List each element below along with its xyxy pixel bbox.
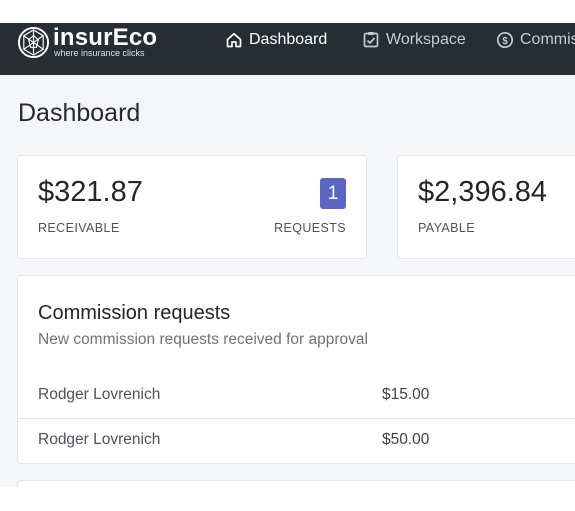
requester-name: Rodger Lovrenich [38, 386, 161, 403]
payable-value: $2,396.84 [418, 176, 548, 208]
nav-label: Commis [520, 31, 575, 48]
nav-item-workspace[interactable]: Workspace [362, 30, 466, 50]
page-title: Dashboard [18, 99, 141, 127]
table-row[interactable]: Rodger Lovrenich $50.00 [18, 418, 575, 463]
dollar-circle-icon: $ [496, 31, 514, 49]
home-icon [226, 32, 242, 48]
main-content: Dashboard $321.87 RECEIVABLE 1 REQUESTS … [0, 75, 575, 487]
bottom-strip [0, 487, 575, 511]
request-amount: $15.00 [382, 386, 430, 403]
receivable-card: $321.87 RECEIVABLE 1 REQUESTS [17, 155, 367, 259]
clipboard-check-icon [363, 32, 379, 48]
requests-label: REQUESTS [274, 221, 346, 235]
nav-item-commissions[interactable]: $ Commis [496, 30, 575, 50]
nav-item-dashboard[interactable]: Dashboard [225, 30, 327, 50]
logo-mark-icon [17, 26, 50, 58]
brand-tagline: where insurance clicks [54, 47, 145, 58]
navbar: insurEco where insurance clicks Dashboar… [0, 23, 575, 75]
brand-name: insurEco [53, 23, 158, 51]
commission-requests-card: Commission requests New commission reque… [17, 275, 575, 464]
svg-text:$: $ [502, 36, 508, 47]
receivable-label: RECEIVABLE [38, 221, 120, 235]
receivable-value: $321.87 [38, 176, 143, 208]
next-card [17, 480, 575, 487]
nav-label: Workspace [386, 31, 466, 48]
requests-count-badge[interactable]: 1 [320, 178, 346, 209]
commission-requests-title: Commission requests [38, 302, 231, 324]
payable-label: PAYABLE [418, 221, 475, 235]
nav-label: Dashboard [249, 31, 328, 48]
requester-name: Rodger Lovrenich [38, 431, 161, 448]
request-amount: $50.00 [382, 431, 430, 448]
brand-logo[interactable]: insurEco where insurance clicks [17, 25, 157, 59]
commission-requests-subtitle: New commission requests received for app… [38, 331, 368, 348]
top-strip [0, 0, 575, 23]
payable-card: $2,396.84 PAYABLE [397, 155, 575, 259]
table-row[interactable]: Rodger Lovrenich $15.00 [18, 374, 575, 418]
